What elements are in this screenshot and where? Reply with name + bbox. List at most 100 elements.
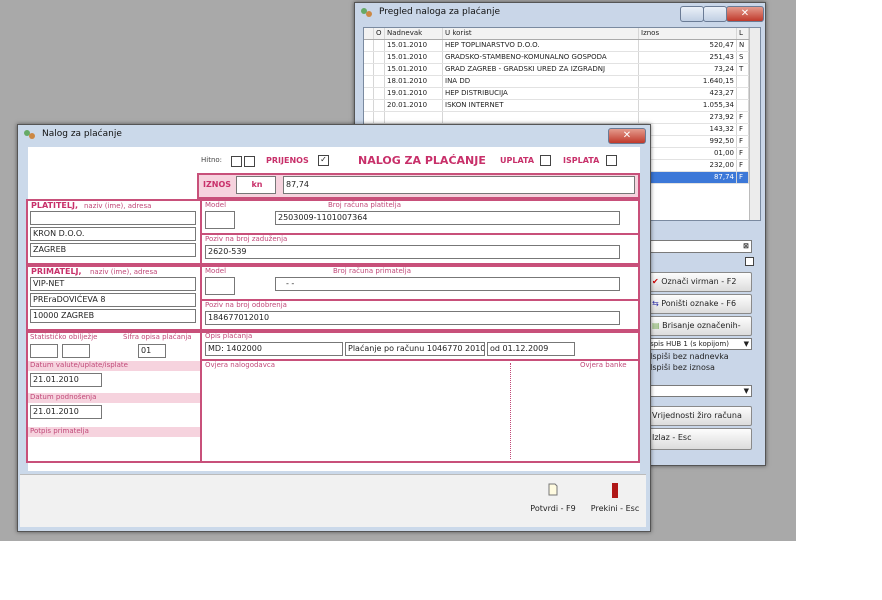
receiver-account-input[interactable]: - - [275,277,620,291]
cell-date: 15.01.2010 [385,40,443,51]
form-title: NALOG ZA PLAĆANJE [358,154,486,167]
exit-button[interactable]: Izlaz - Esc [645,428,752,450]
row-check[interactable] [374,76,385,87]
search-field[interactable]: ⊠ [647,240,752,253]
table-row[interactable]: 19.01.2010 HEP DISTRIBUCIJA 423,27 [364,88,760,100]
payer-address-input[interactable]: KRON D.O.O. [30,227,196,241]
description-input-1[interactable]: MD: 1402000 [205,342,343,356]
col-o[interactable]: O [374,28,385,39]
debit-reference-label: Poziv na broj zaduženja [205,235,288,243]
payment-order-window: Nalog za plaćanje ✕ Hitno: PRIJENOS ✓ NA… [17,124,651,532]
document-icon [548,483,558,496]
value-date-label: Datum valute/uplate/isplate [30,361,128,369]
mark-button[interactable]: ✔ Označi virman - F2 [645,272,752,292]
table-scrollbar[interactable] [749,28,760,220]
payer-city-input[interactable]: ZAGREB [30,243,196,257]
debit-reference-input[interactable]: 2620-539 [205,245,620,259]
confirm-button[interactable]: Potvrdi - F9 [526,483,580,521]
account-select[interactable]: ▼ [645,385,752,397]
description-input-2[interactable]: Plaćanje po računu 1046770 2010 [345,342,485,356]
currency-field: kn [236,176,276,194]
row-marker [364,64,374,75]
receiver-label: PRIMATELJ, [31,267,82,276]
row-check[interactable] [374,100,385,111]
cell-l: F [737,160,749,171]
credit-reference-label: Poziv na broj odobrenja [205,301,287,309]
table-row[interactable]: 273,92 F [364,112,760,124]
row-check[interactable] [374,64,385,75]
table-header: O Nadnevak U korist Iznos L [364,28,760,40]
minimize-button[interactable] [680,6,704,22]
deposit-label: UPLATA [500,156,535,165]
col-l[interactable]: L [737,28,749,39]
cell-party: ISKON INTERNET [443,100,639,111]
urgent-checkbox-1[interactable] [231,156,242,167]
option-no-amount[interactable]: Ispiši bez iznosa [650,363,715,372]
deposit-checkbox[interactable] [540,155,551,166]
cell-date: 15.01.2010 [385,64,443,75]
option-checkbox[interactable] [745,257,754,266]
row-check[interactable] [374,52,385,63]
payer-model-input[interactable] [205,211,235,229]
close-button[interactable]: ✕ [726,6,764,22]
window-title: Nalog za plaćanje [42,129,122,139]
receiver-model-input[interactable] [205,277,235,295]
transfer-label: PRIJENOS [266,156,309,165]
stat-input-2[interactable] [62,344,90,358]
payer-name-input[interactable] [30,211,196,225]
confirm-label: Potvrdi - F9 [530,504,576,513]
table-row[interactable]: 15.01.2010 HEP TOPLINARSTVO D.O.O. 520,47 N [364,40,760,52]
row-check[interactable] [374,40,385,51]
cell-amount: 520,47 [639,40,737,51]
option-no-date[interactable]: Ispiši bez nadnevka [650,352,729,361]
account-values-button[interactable]: Vrijednosti žiro računa [645,406,752,426]
urgent-checkbox-2[interactable] [244,156,255,167]
receiver-address-input[interactable]: PREraDOVIĆEVA 8 [30,293,196,307]
search-icon[interactable]: ⊠ [743,241,749,251]
payer-account-label: Broj računa platitelja [328,201,401,209]
receiver-sublabel: naziv (ime), adresa [90,268,158,276]
print-format-select[interactable]: Ispis HUB 1 (s kopijom) ▼ [645,338,752,350]
close-button[interactable]: ✕ [608,128,646,144]
cell-date [385,112,443,123]
withdrawal-checkbox[interactable] [606,155,617,166]
stat-input-1[interactable] [30,344,58,358]
payer-model-label: Model [205,201,227,209]
unmark-button[interactable]: ⇆ Poništi oznake - F6 [645,294,752,314]
cell-l [737,100,749,111]
amount-input[interactable]: 87,74 [283,176,635,194]
delete-marked-button[interactable]: ▤ Brisanje označenih-Del [645,316,752,348]
check-icon: ✔ [652,277,659,286]
button-bar: Potvrdi - F9 Prekini - Esc [20,474,646,527]
receiver-signature-label: Potpis primatelja [30,427,89,435]
receiver-city-input[interactable]: 10000 ZAGREB [30,309,196,323]
cell-date: 20.01.2010 [385,100,443,111]
unmark-icon: ⇆ [652,299,659,308]
receiver-name-input[interactable]: VIP-NET [30,277,196,291]
payment-code-input[interactable]: 01 [138,344,166,358]
col-date[interactable]: Nadnevak [385,28,443,39]
cell-l: F [737,148,749,159]
transfer-checkbox[interactable]: ✓ [318,155,329,166]
app-icon [361,8,372,17]
col-party[interactable]: U korist [443,28,639,39]
cell-l: F [737,172,749,183]
row-check[interactable] [374,88,385,99]
payer-signature-label: Ovjera nalogodavca [205,361,275,369]
submit-date-input[interactable]: 21.01.2010 [30,405,102,419]
cell-date: 15.01.2010 [385,52,443,63]
cancel-button[interactable]: Prekini - Esc [587,483,643,521]
credit-reference-input[interactable]: 184677012010 [205,311,620,325]
cell-party: INA DD [443,76,639,87]
payer-account-input[interactable]: 2503009-1101007364 [275,211,620,225]
cell-l: N [737,40,749,51]
maximize-button[interactable] [703,6,727,22]
table-row[interactable]: 15.01.2010 GRAD ZAGREB - GRADSKI URED ZA … [364,64,760,76]
row-check[interactable] [374,112,385,123]
col-amount[interactable]: Iznos [639,28,737,39]
value-date-input[interactable]: 21.01.2010 [30,373,102,387]
table-row[interactable]: 18.01.2010 INA DD 1.640,15 [364,76,760,88]
table-row[interactable]: 15.01.2010 GRADSKO-STAMBENO-KOMUNALNO GOS… [364,52,760,64]
description-input-3[interactable]: od 01.12.2009 [487,342,575,356]
table-row[interactable]: 20.01.2010 ISKON INTERNET 1.055,34 [364,100,760,112]
